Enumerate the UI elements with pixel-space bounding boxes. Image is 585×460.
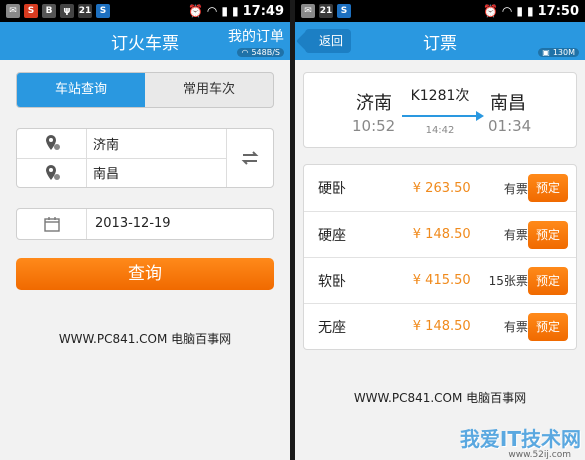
seat-row: 软卧 ¥ 415.50 15张票 预定 <box>304 257 576 303</box>
seat-row: 硬卧 ¥ 263.50 有票 预定 <box>304 165 576 211</box>
battery-icon: ▮ <box>232 4 239 18</box>
shield-icon: S <box>337 4 351 18</box>
seat-availability: 有票 <box>503 320 528 334</box>
calendar-icon: 21 <box>78 4 92 18</box>
net-speed-badge: ◠ 548B/S <box>237 48 284 57</box>
wifi-icon: ◠ <box>501 4 513 18</box>
clock: 17:49 <box>242 3 284 19</box>
title-bar: 返回 订票 ▣ 130M <box>295 22 585 60</box>
train-number: K1281次 <box>410 88 470 104</box>
page-title: 订票 <box>423 33 457 54</box>
swap-stations-button[interactable] <box>227 129 273 187</box>
station-inputs: 济南 南昌 <box>87 129 227 187</box>
status-bar: ✉ S B ψ 21 S ⏰ ◠ ▮ ▮ 17:49 <box>0 0 290 22</box>
page-title: 订火车票 <box>111 33 179 54</box>
route-arrow <box>402 111 484 121</box>
site-url: www.52ij.com <box>508 450 571 460</box>
signal-icon: ▮ <box>221 4 228 18</box>
query-button[interactable]: 查询 <box>16 258 274 290</box>
wifi-small-icon: ◠ <box>241 48 249 57</box>
from-station-input[interactable]: 济南 <box>87 129 226 158</box>
clock: 17:50 <box>537 3 579 19</box>
usb-icon: ψ <box>60 4 74 18</box>
seat-list: 硬卧 ¥ 263.50 有票 预定 硬座 ¥ 148.50 有票 预定 软卧 ¥ 415.50 15… <box>303 164 577 350</box>
memory-badge: ▣ 130M <box>538 48 579 57</box>
watermark: WWW.PC841.COM 电脑百事网 <box>58 332 232 346</box>
seat-price: ¥ 263.50 <box>412 180 471 196</box>
duration: 14:42 <box>425 125 455 136</box>
book-button[interactable]: 预定 <box>527 220 568 249</box>
bbm-icon: B <box>42 4 56 18</box>
wifi-icon: ◠ <box>206 4 218 18</box>
seat-type: 硬卧 <box>318 181 346 197</box>
seat-price: ¥ 148.50 <box>412 227 471 242</box>
back-button[interactable]: 返回 <box>305 29 352 53</box>
to-station-input[interactable]: 南昌 <box>87 157 226 188</box>
notification-icon: ✉ <box>6 4 20 18</box>
date-picker[interactable]: 2013-12-19 <box>16 208 274 240</box>
tab-frequent-trains[interactable]: 常用车次 <box>145 73 273 107</box>
calendar-icon: 21 <box>319 4 333 18</box>
seat-type: 硬座 <box>318 227 346 244</box>
battery-icon: ▮ <box>527 4 534 18</box>
seat-availability: 15张票 <box>488 274 528 288</box>
notification-icon: ✉ <box>301 4 315 18</box>
tab-station-search[interactable]: 车站查询 <box>17 73 145 107</box>
title-bar: 订火车票 我的订单 ◠ 548B/S <box>0 22 290 60</box>
seat-type: 软卧 <box>318 273 346 290</box>
date-value: 2013-12-19 <box>95 216 171 231</box>
seat-row: 无座 ¥ 148.50 有票 预定 <box>304 303 576 349</box>
memory-icon: ▣ <box>542 48 550 57</box>
calendar-date-icon <box>17 209 87 239</box>
memory-text: 130M <box>552 48 575 57</box>
search-mode-tabs: 车站查询 常用车次 <box>16 72 274 108</box>
seat-price: ¥ 148.50 <box>412 319 471 334</box>
seat-row: 硬座 ¥ 148.50 有票 预定 <box>304 211 576 257</box>
status-bar: ✉ 21 S ⏰ ◠ ▮ ▮ 17:50 <box>295 0 585 22</box>
book-button[interactable]: 预定 <box>527 174 568 202</box>
shield-icon: S <box>96 4 110 18</box>
seat-availability: 有票 <box>503 228 528 242</box>
route-card: 济南 南昌 10:52 01:34 K1281次 14:42 <box>303 72 577 148</box>
to-location-icon <box>17 157 86 188</box>
booking-screen: ✉ 21 S ⏰ ◠ ▮ ▮ 17:50 返回 订票 ▣ 130M 济南 南昌 … <box>295 0 585 460</box>
station-icons <box>17 129 87 187</box>
app-s-icon: S <box>24 4 38 18</box>
signal-icon: ▮ <box>516 4 523 18</box>
my-orders-button[interactable]: 我的订单 <box>228 26 284 46</box>
from-location-icon <box>17 129 86 158</box>
seat-price: ¥ 415.50 <box>412 273 471 288</box>
book-button[interactable]: 预定 <box>527 312 568 341</box>
net-speed-text: 548B/S <box>251 48 280 57</box>
back-label: 返回 <box>319 34 344 48</box>
book-button[interactable]: 预定 <box>527 266 568 295</box>
alarm-icon: ⏰ <box>187 4 203 18</box>
watermark: WWW.PC841.COM 电脑百事网 <box>353 391 527 405</box>
train-search-screen: ✉ S B ψ 21 S ⏰ ◠ ▮ ▮ 17:49 订火车票 我的订单 ◠ 5… <box>0 0 290 460</box>
site-logo: 我爱IT技术网 <box>459 427 581 451</box>
seat-availability: 有票 <box>503 181 528 196</box>
station-picker: 济南 南昌 <box>16 128 274 188</box>
seat-type: 无座 <box>318 319 346 336</box>
swap-icon <box>241 151 259 165</box>
alarm-icon: ⏰ <box>482 4 498 18</box>
